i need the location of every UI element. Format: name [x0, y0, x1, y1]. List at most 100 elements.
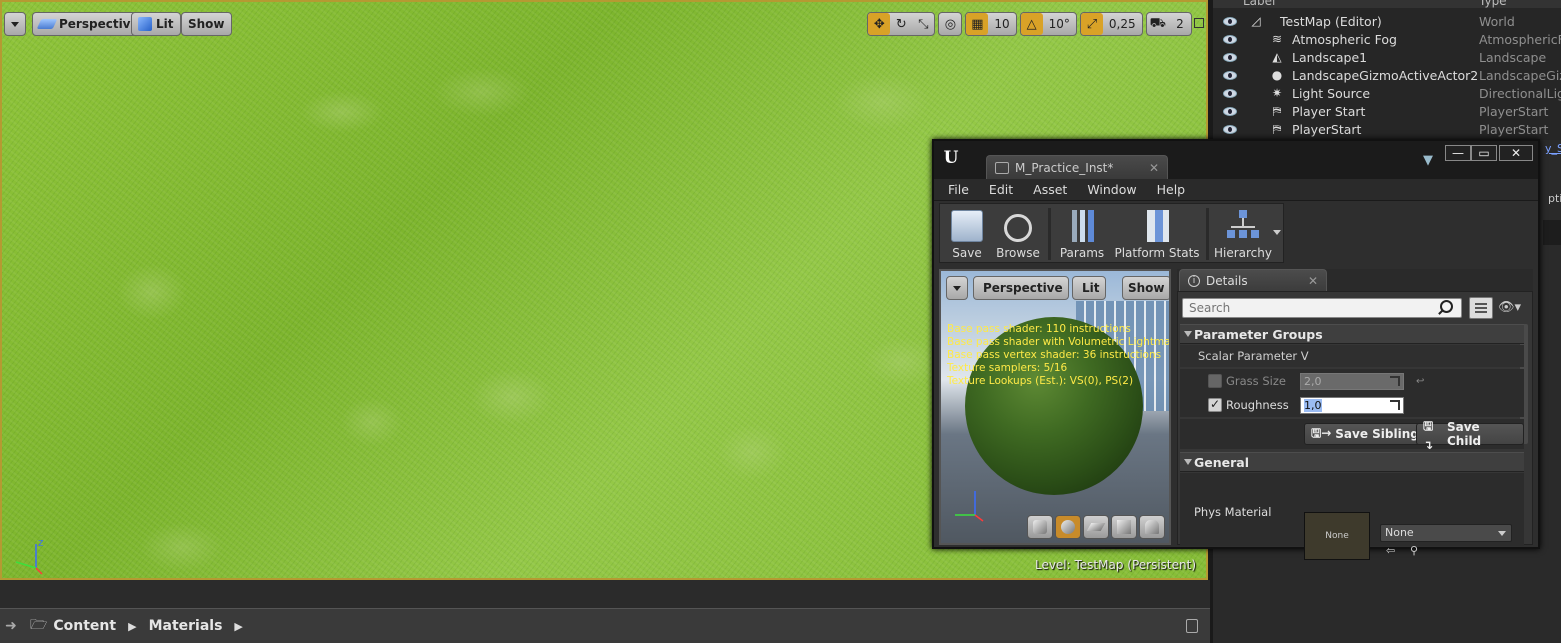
- scale-snap-value[interactable]: 0,25: [1103, 13, 1142, 35]
- camera-speed-group[interactable]: ⛟ 2: [1145, 12, 1192, 36]
- cube-shape-button[interactable]: [1111, 515, 1137, 539]
- details-tab[interactable]: i Details ✕: [1179, 269, 1327, 291]
- outliner-row[interactable]: ● LandscapeGizmoActiveActor2 LandscapeGi…: [1213, 66, 1561, 84]
- scalar-parameter-group[interactable]: Scalar Parameter V: [1180, 345, 1524, 367]
- folder-icon[interactable]: 🗁: [30, 614, 47, 638]
- preview-options-dropdown[interactable]: [946, 276, 968, 300]
- rotation-snap-value[interactable]: 10°: [1043, 13, 1076, 35]
- close-tab-icon[interactable]: ✕: [1308, 274, 1318, 288]
- browse-magnifier-icon[interactable]: ⚲: [1410, 544, 1418, 557]
- phys-material-thumbnail[interactable]: None: [1304, 512, 1370, 560]
- roughness-label: Roughness: [1226, 398, 1289, 412]
- lit-button[interactable]: Lit: [131, 12, 181, 36]
- plane-icon: [1086, 523, 1106, 531]
- cylinder-icon: [1033, 520, 1047, 534]
- save-child-button[interactable]: 🖫↴ Save Child: [1416, 419, 1524, 452]
- grass-size-checkbox[interactable]: [1208, 374, 1222, 388]
- preview-lit-button[interactable]: Lit: [1072, 276, 1106, 300]
- outliner-row[interactable]: ◿ TestMap (Editor) World: [1213, 12, 1561, 30]
- cylinder-shape-button[interactable]: [1027, 515, 1053, 539]
- menu-file[interactable]: File: [948, 182, 969, 197]
- world-icon: ◿: [1251, 14, 1261, 28]
- hierarchy-button[interactable]: Hierarchy: [1212, 204, 1274, 262]
- roughness-checkbox[interactable]: [1208, 397, 1222, 412]
- sphere-shape-button[interactable]: [1055, 515, 1081, 539]
- camera-speed-value[interactable]: 2: [1169, 13, 1191, 35]
- visibility-eye-icon[interactable]: [1223, 106, 1237, 116]
- outliner-row[interactable]: ⛿ Player Start PlayerStart: [1213, 102, 1561, 120]
- visibility-eye-icon[interactable]: [1223, 34, 1237, 44]
- grid-snap-value[interactable]: 10: [988, 13, 1015, 35]
- outliner-row[interactable]: ◭ Landscape1 Landscape: [1213, 48, 1561, 66]
- breadcrumb-separator-icon[interactable]: ▶: [128, 620, 136, 633]
- eye-filter-icon[interactable]: 👁▾: [1498, 300, 1521, 315]
- level-label: Level: TestMap (Persistent): [1034, 558, 1196, 572]
- save-sibling-button[interactable]: 🖫→ Save Sibling: [1304, 423, 1426, 445]
- lock-icon[interactable]: [1186, 619, 1198, 633]
- history-arrow-icon[interactable]: ➜: [0, 618, 22, 634]
- use-selected-arrow-icon[interactable]: ⇦: [1386, 544, 1395, 557]
- breadcrumb-separator-icon[interactable]: ▶: [234, 620, 242, 633]
- params-button[interactable]: Params: [1056, 204, 1108, 262]
- maximize-viewport-icon[interactable]: [1194, 18, 1204, 28]
- tutorial-cap-icon[interactable]: ▼: [1420, 153, 1436, 168]
- minimize-button[interactable]: —: [1445, 145, 1471, 161]
- grid-snap-group[interactable]: ▦ 10: [965, 12, 1017, 36]
- material-preview-viewport[interactable]: Perspective Lit Show Base pass shader: 1…: [939, 269, 1171, 545]
- view-options-button[interactable]: [1469, 297, 1493, 319]
- scale-mode-icon[interactable]: ⤡: [912, 13, 934, 35]
- rotation-snap-icon[interactable]: △: [1020, 13, 1043, 35]
- translate-mode-icon[interactable]: ✥: [868, 13, 891, 35]
- material-editor-titlebar: U M_Practice_Inst* ✕ ▼ — ▭ ✕: [934, 141, 1538, 179]
- breadcrumb-materials[interactable]: Materials: [149, 618, 223, 634]
- scale-snap-group[interactable]: ⤢ 0,25: [1079, 12, 1143, 36]
- viewport-options-dropdown[interactable]: [4, 12, 26, 36]
- maximize-button[interactable]: ▭: [1471, 145, 1497, 161]
- breadcrumb-content[interactable]: Content: [53, 618, 116, 634]
- parameter-groups-category[interactable]: Parameter Groups: [1180, 324, 1524, 344]
- browse-button[interactable]: Browse: [992, 204, 1044, 262]
- save-button[interactable]: Save: [946, 204, 988, 262]
- rotate-mode-icon[interactable]: ↻: [890, 13, 912, 35]
- visibility-eye-icon[interactable]: [1223, 52, 1237, 62]
- outliner-col-label[interactable]: Label: [1243, 0, 1275, 8]
- asset-tab[interactable]: M_Practice_Inst* ✕: [986, 155, 1168, 179]
- phys-material-combo[interactable]: None: [1380, 524, 1512, 542]
- outliner-col-type[interactable]: Type: [1479, 0, 1507, 8]
- menu-asset[interactable]: Asset: [1033, 182, 1067, 197]
- hierarchy-dropdown-icon[interactable]: [1273, 230, 1281, 235]
- search-input[interactable]: [1182, 298, 1462, 318]
- menu-window[interactable]: Window: [1087, 182, 1136, 197]
- outliner-row[interactable]: ✷ Light Source DirectionalLight: [1213, 84, 1561, 102]
- platform-stats-button[interactable]: Platform Stats: [1112, 204, 1202, 262]
- visibility-eye-icon[interactable]: [1223, 16, 1237, 26]
- search-icon[interactable]: [1440, 300, 1453, 313]
- close-window-button[interactable]: ✕: [1499, 145, 1533, 161]
- close-tab-icon[interactable]: ✕: [1149, 161, 1159, 175]
- visibility-eye-icon[interactable]: [1223, 124, 1237, 134]
- outliner-row[interactable]: ⛿ PlayerStart PlayerStart: [1213, 120, 1561, 138]
- custom-mesh-button[interactable]: [1139, 515, 1165, 539]
- platform-stats-label: Platform Stats: [1114, 246, 1200, 260]
- visibility-eye-icon[interactable]: [1223, 70, 1237, 80]
- menu-help[interactable]: Help: [1157, 182, 1186, 197]
- plane-shape-button[interactable]: [1083, 515, 1109, 539]
- visibility-eye-icon[interactable]: [1223, 88, 1237, 98]
- world-local-toggle[interactable]: ◎: [938, 12, 963, 36]
- general-category[interactable]: General: [1180, 452, 1524, 472]
- preview-perspective-button[interactable]: Perspective: [973, 276, 1069, 300]
- menu-edit[interactable]: Edit: [989, 182, 1013, 197]
- params-bars-icon: [1066, 210, 1098, 242]
- preview-show-button[interactable]: Show: [1122, 276, 1169, 300]
- scale-snap-icon[interactable]: ⤢: [1080, 13, 1103, 35]
- outliner-row[interactable]: ≋ Atmospheric Fog AtmosphericFog: [1213, 30, 1561, 48]
- grid-snap-icon[interactable]: ▦: [966, 13, 989, 35]
- rotation-snap-group[interactable]: △ 10°: [1019, 12, 1077, 36]
- show-button[interactable]: Show: [181, 12, 232, 36]
- drag-handle-icon: [1390, 375, 1400, 386]
- reset-arrow-icon[interactable]: ↩: [1416, 376, 1424, 387]
- grass-size-field[interactable]: 2,0: [1300, 372, 1404, 390]
- roughness-field[interactable]: 1,0: [1300, 396, 1404, 414]
- partial-link[interactable]: y_S: [1545, 142, 1561, 155]
- perspective-button[interactable]: Perspective: [32, 12, 146, 36]
